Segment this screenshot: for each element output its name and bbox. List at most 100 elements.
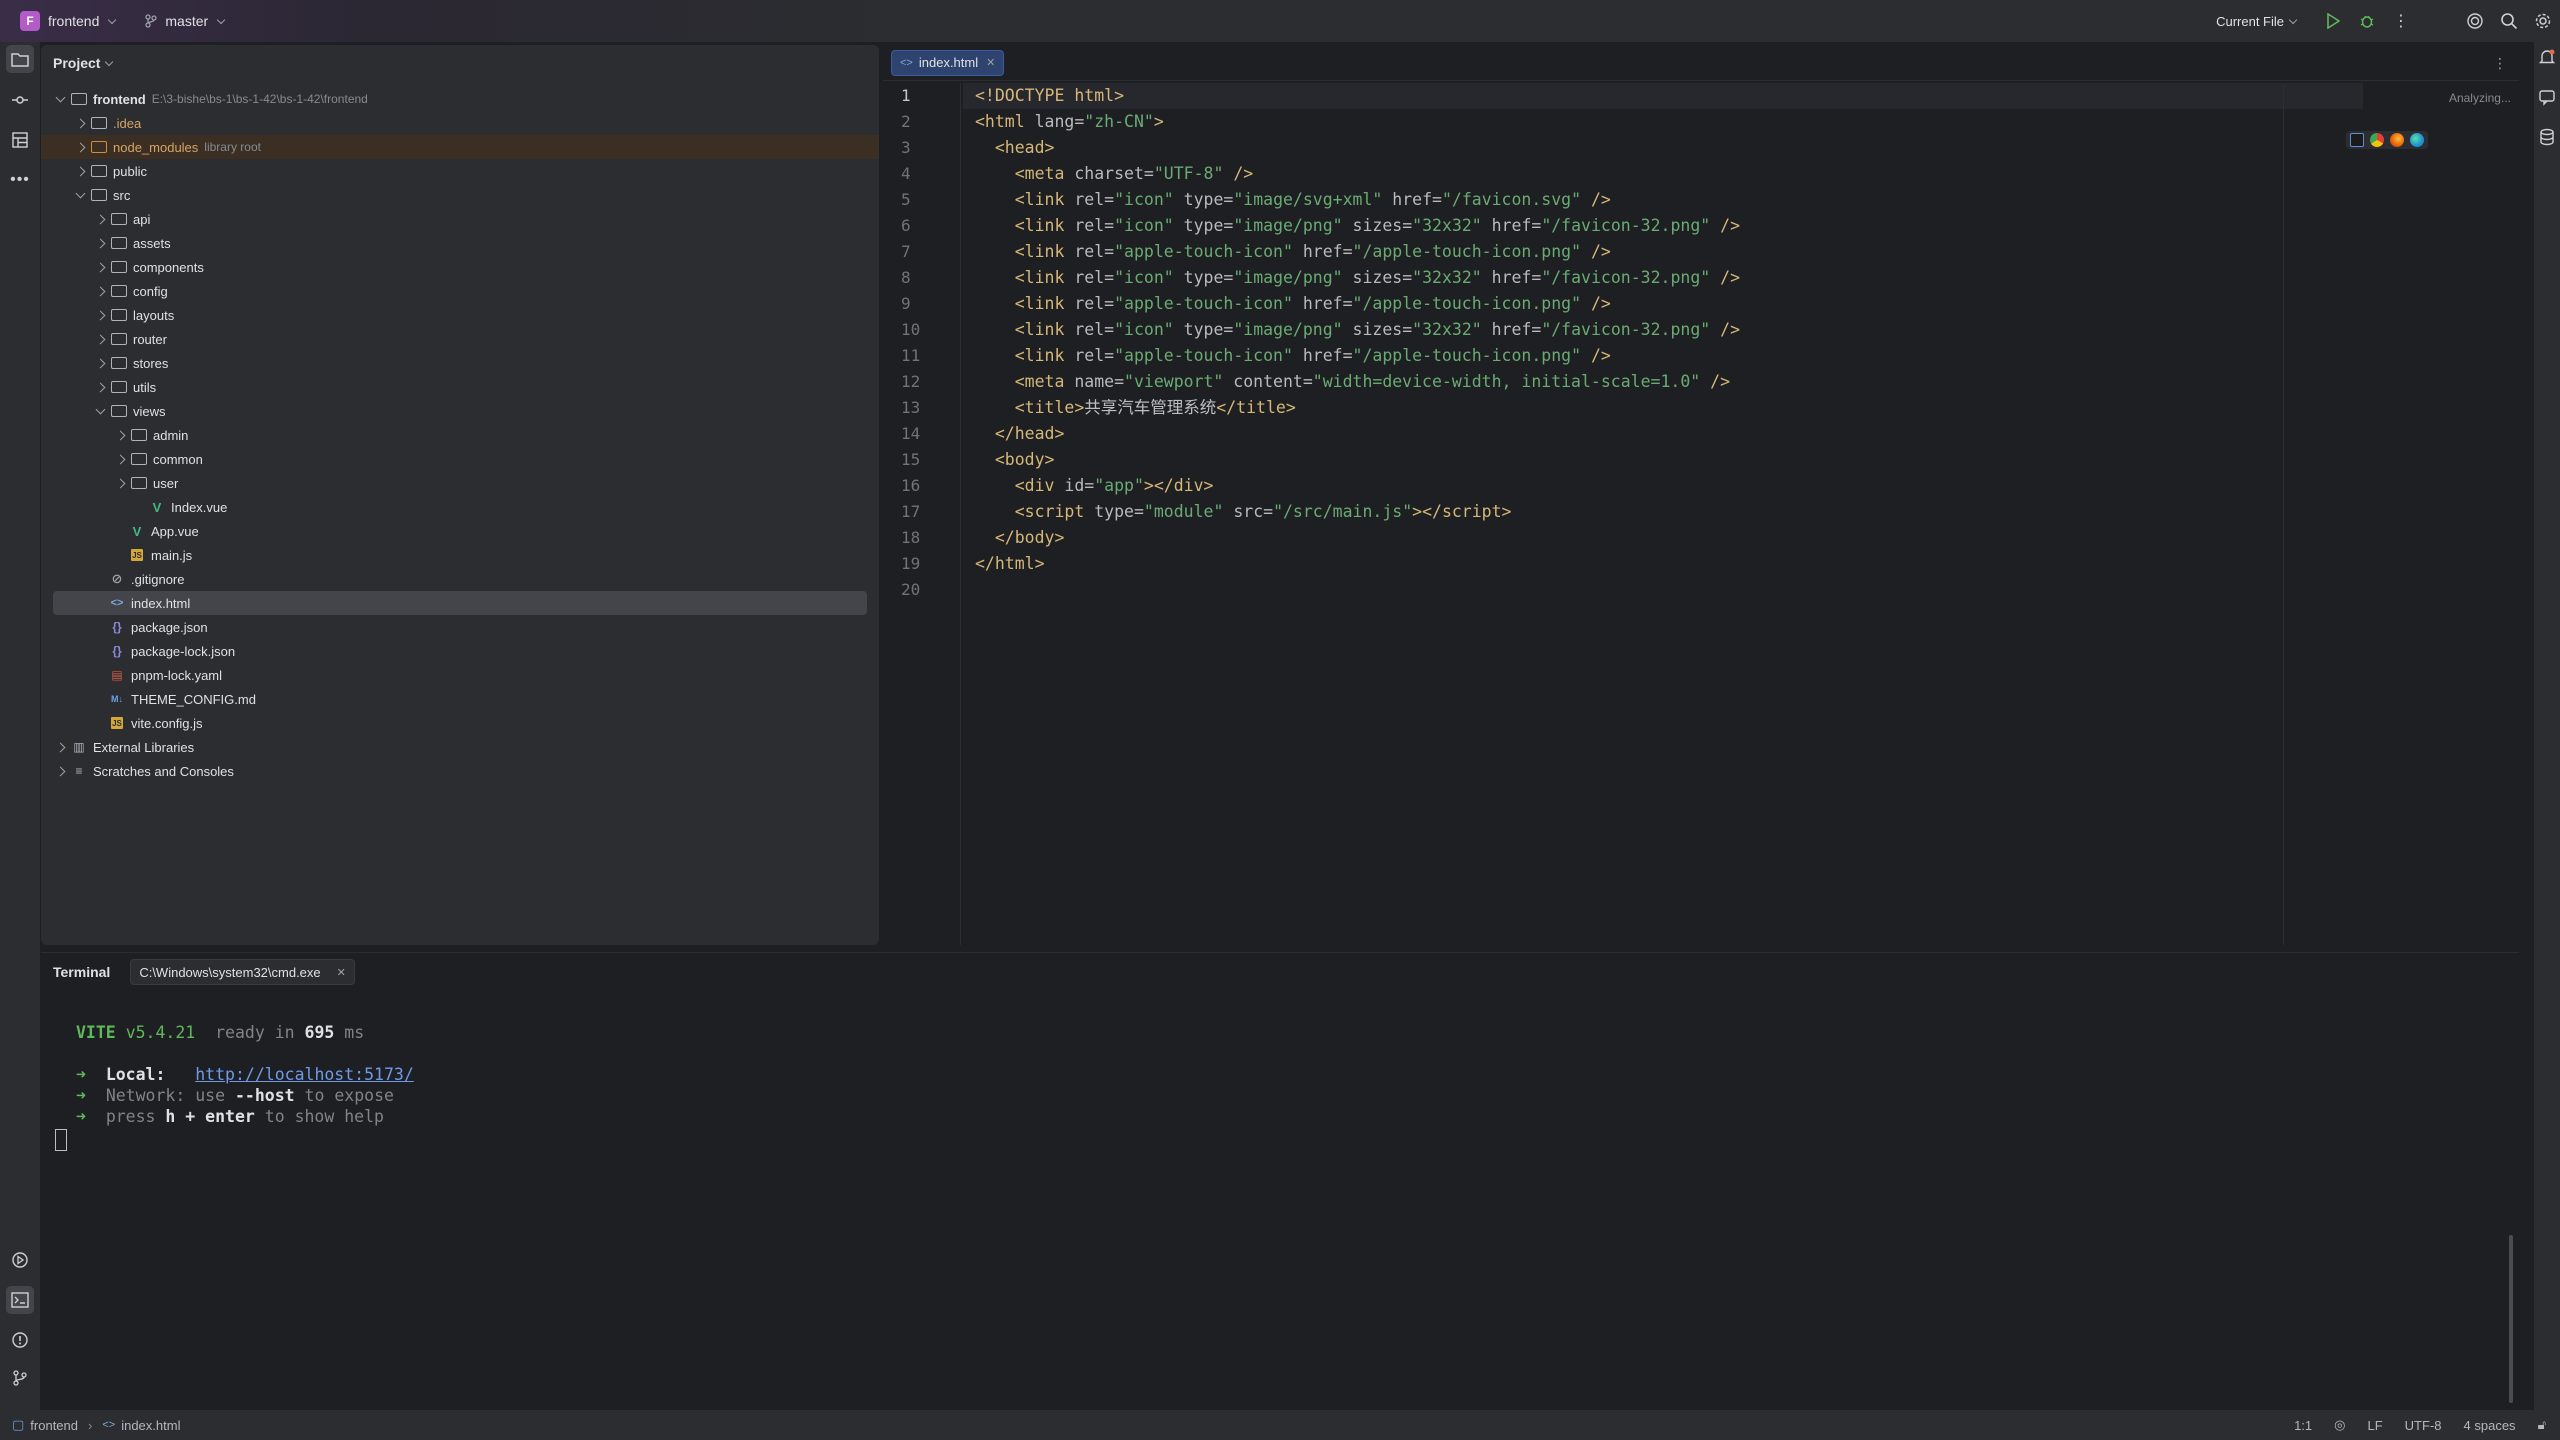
terminal-tab[interactable]: C:\Windows\system32\cmd.exe ✕ [130,959,355,985]
ai-chat-button[interactable] [2538,88,2556,109]
chevron-right-icon[interactable] [93,212,107,226]
cursor-position[interactable]: 1:1 [2294,1418,2312,1433]
tree-item-app-vue[interactable]: V App.vue [41,519,879,543]
services-tool-button[interactable] [6,1246,34,1274]
terminal-scrollbar[interactable] [2509,1235,2513,1403]
tree-item-frontend[interactable]: frontend E:\3-bishe\bs-1\bs-1-42\bs-1-42… [41,87,879,111]
chevron-down-icon[interactable] [93,404,107,418]
tree-item-main-js[interactable]: JS main.js [41,543,879,567]
tree-item-stores[interactable]: stores [41,351,879,375]
tree-item-user[interactable]: user [41,471,879,495]
terminal-tool-button[interactable] [6,1286,34,1314]
project-badge[interactable]: F [20,11,40,31]
tree-item-utils[interactable]: utils [41,375,879,399]
tree-item-external-libraries[interactable]: ▥ External Libraries [41,735,879,759]
structure-tool-button[interactable] [6,126,34,154]
chevron-right-icon[interactable] [93,260,107,274]
tree-item-gitignore[interactable]: ⊘ .gitignore [41,567,879,591]
close-icon[interactable]: ✕ [337,966,346,979]
tree-item-api[interactable]: api [41,207,879,231]
problems-tool-button[interactable] [6,1326,34,1354]
commit-tool-button[interactable] [6,86,34,114]
tree-item-config[interactable]: config [41,279,879,303]
more-actions-button[interactable]: ⋮ [2384,4,2418,38]
edge-icon[interactable] [2410,133,2424,147]
notifications-button[interactable] [2538,48,2556,69]
project-selector[interactable]: frontend [48,13,117,29]
settings-button[interactable] [2526,4,2560,38]
chevron-down-icon[interactable] [53,92,67,106]
search-button[interactable] [2492,4,2526,38]
run-button[interactable] [2316,4,2350,38]
tree-item-pnpm-lock-yaml[interactable]: ▤ pnpm-lock.yaml [41,663,879,687]
chevron-right-icon[interactable] [113,476,127,490]
page-title-text: 共享汽车管理系统 [1084,398,1217,417]
file-encoding[interactable]: UTF-8 [2405,1418,2442,1433]
code-line: <link rel="icon" type="image/png" sizes=… [1014,268,1741,287]
chrome-icon[interactable] [2370,133,2384,147]
git-tool-button[interactable] [6,1364,34,1392]
tree-item-package-json[interactable]: {} package.json [41,615,879,639]
tree-item-idea[interactable]: .idea [41,111,879,135]
tree-item-scratches[interactable]: ≡ Scratches and Consoles [41,759,879,783]
branch-selector[interactable]: master [145,13,226,29]
database-button[interactable] [2538,128,2556,149]
tree-item-common[interactable]: common [41,447,879,471]
project-tool-button[interactable] [6,45,34,73]
lock-icon[interactable]: 🔓︎ [2538,1417,2546,1433]
chevron-right-icon[interactable] [113,428,127,442]
folder-icon [111,237,127,249]
chevron-down-icon[interactable] [73,188,87,202]
tree-item-assets[interactable]: assets [41,231,879,255]
chevron-right-icon[interactable] [93,284,107,298]
tree-item-components[interactable]: components [41,255,879,279]
tree-item-theme-config-md[interactable]: M↓ THEME_CONFIG.md [41,687,879,711]
tree-item-vite-config-js[interactable]: JS vite.config.js [41,711,879,735]
editor-options-button[interactable]: ⋮ [2493,55,2507,72]
ai-assistant-button[interactable] [2458,4,2492,38]
tree-item-layouts[interactable]: layouts [41,303,879,327]
tree-item-admin[interactable]: admin [41,423,879,447]
tree-item-public[interactable]: public [41,159,879,183]
close-icon[interactable]: ✕ [986,56,995,69]
tree-item-router[interactable]: router [41,327,879,351]
tree-item-index-vue[interactable]: V Index.vue [41,495,879,519]
chevron-right-icon[interactable] [93,308,107,322]
chat-icon [2539,90,2555,106]
tree-item-node-modules[interactable]: node_modules library root [41,135,879,159]
line-ending[interactable]: LF [2368,1418,2383,1433]
ide-browser-icon[interactable] [2350,133,2364,147]
tree-item-views[interactable]: views [41,399,879,423]
tree-item-src[interactable]: src [41,183,879,207]
chevron-right-icon[interactable] [93,380,107,394]
chevron-right-icon[interactable] [73,116,87,130]
code-line: <head> [994,138,1055,157]
chevron-right-icon[interactable] [113,452,127,466]
ai-status-icon[interactable]: ◎ [2334,1417,2345,1433]
chevron-right-icon[interactable] [53,740,67,754]
breadcrumb-project[interactable]: frontend [30,1418,78,1433]
more-tools-button[interactable]: ••• [6,166,34,194]
chevron-right-icon[interactable] [73,164,87,178]
tree-item-package-lock-json[interactable]: {} package-lock.json [41,639,879,663]
code-area[interactable]: <!DOCTYPE html> <html lang="zh-CN"> <hea… [963,83,2363,603]
indent-setting[interactable]: 4 spaces [2464,1418,2516,1433]
tree-item-index-html[interactable]: <> index.html [53,591,867,615]
chevron-right-icon[interactable] [53,764,67,778]
chevron-right-icon[interactable] [73,140,87,154]
debug-button[interactable] [2350,4,2384,38]
chevron-right-icon[interactable] [93,356,107,370]
editor-tab-index-html[interactable]: <> index.html ✕ [891,49,1005,76]
spiral-icon [2467,13,2483,29]
local-url-link[interactable]: http://localhost:5173/ [195,1065,414,1084]
run-config-selector[interactable]: Current File [2216,14,2298,29]
line-number: 14 [901,424,921,443]
chevron-right-icon[interactable] [93,236,107,250]
chevron-down-icon [216,15,226,24]
breadcrumb-file[interactable]: index.html [121,1418,180,1433]
chevron-right-icon[interactable] [93,332,107,346]
chevron-right-icon: › [88,1417,93,1433]
firefox-icon[interactable] [2390,133,2404,147]
project-panel-header[interactable]: Project [41,45,879,81]
folder-icon [131,453,147,465]
